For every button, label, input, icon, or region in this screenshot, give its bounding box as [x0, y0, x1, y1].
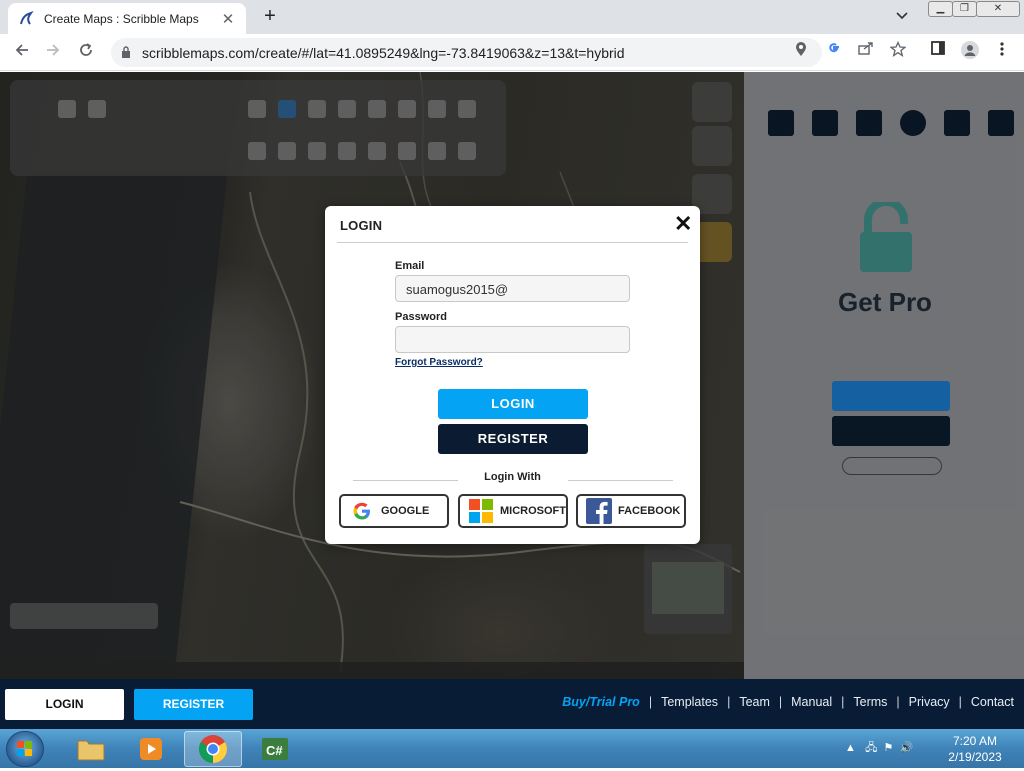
- footer-links: Buy/Trial Pro | Templates | Team | Manual | Term…: [562, 695, 1014, 709]
- microsoft-login-label: MICROSOFT: [500, 505, 566, 517]
- action-center-flag-icon[interactable]: ⚑: [883, 742, 893, 754]
- browser-toolbar: scribblemaps.com/create/#/lat=41.0895249…: [0, 34, 1024, 71]
- footer-register-button[interactable]: REGISTER: [134, 689, 253, 720]
- clock-time: 7:20 AM: [952, 734, 998, 748]
- footer-login-button[interactable]: LOGIN: [5, 689, 124, 720]
- google-icon[interactable]: [826, 41, 842, 57]
- profile-icon[interactable]: [961, 41, 979, 59]
- scribblemaps-favicon-icon: [20, 10, 34, 25]
- footer-separator: |: [778, 695, 783, 709]
- register-button[interactable]: REGISTER: [438, 424, 588, 454]
- clock-date: 2/19/2023: [948, 750, 1002, 764]
- site-footer-bar: LOGIN REGISTER Buy/Trial Pro | Templates | T…: [0, 679, 1024, 729]
- footer-link-manual[interactable]: Manual: [791, 695, 832, 709]
- kebab-menu-icon[interactable]: [994, 41, 1010, 57]
- email-field[interactable]: suamogus2015@: [395, 275, 630, 302]
- lock-icon[interactable]: [121, 46, 131, 58]
- minimize-window-icon[interactable]: ▁: [928, 1, 953, 17]
- close-window-icon[interactable]: ✕: [976, 1, 1020, 17]
- star-icon[interactable]: [889, 40, 907, 57]
- password-field[interactable]: [395, 326, 630, 353]
- windows-taskbar: C# ▲ 🖧 ⚑ 🔊 7:20 AM 2/19/2023: [0, 729, 1024, 768]
- media-player-icon[interactable]: [122, 731, 180, 767]
- reload-icon[interactable]: [74, 41, 98, 65]
- svg-text:C#: C#: [266, 743, 283, 758]
- location-pin-icon[interactable]: [793, 41, 809, 57]
- url-text[interactable]: scribblemaps.com/create/#/lat=41.0895249…: [142, 45, 625, 61]
- microsoft-icon: [468, 498, 494, 524]
- footer-separator: |: [648, 695, 653, 709]
- share-icon[interactable]: [858, 41, 874, 57]
- browser-tab[interactable]: Create Maps : Scribble Maps ✕: [8, 3, 246, 34]
- login-dialog: LOGIN ✕ Email suamogus2015@ Password For…: [325, 206, 700, 544]
- footer-link-buy-trial-pro[interactable]: Buy/Trial Pro: [562, 695, 640, 709]
- tab-title: Create Maps : Scribble Maps: [44, 11, 199, 26]
- google-login-button[interactable]: GOOGLE: [339, 494, 449, 528]
- chrome-icon[interactable]: [184, 731, 242, 767]
- show-hidden-icons-icon[interactable]: ▲: [845, 742, 856, 754]
- footer-link-contact[interactable]: Contact: [971, 695, 1014, 709]
- restore-window-icon[interactable]: ❐: [952, 1, 977, 17]
- footer-separator: |: [841, 695, 845, 709]
- forward-arrow-icon[interactable]: [41, 41, 65, 65]
- facebook-login-label: FACEBOOK: [618, 505, 681, 517]
- facebook-icon: [586, 498, 612, 524]
- login-with-label: Login With: [484, 471, 541, 483]
- footer-separator: |: [896, 695, 900, 709]
- facebook-login-button[interactable]: FACEBOOK: [576, 494, 686, 528]
- email-label: Email: [395, 260, 425, 272]
- file-explorer-icon[interactable]: [62, 731, 120, 767]
- back-arrow-icon[interactable]: [10, 41, 34, 65]
- google-icon: [349, 498, 375, 524]
- microsoft-login-button[interactable]: MICROSOFT: [458, 494, 568, 528]
- network-icon[interactable]: 🖧: [865, 742, 877, 754]
- footer-separator: |: [727, 695, 731, 709]
- divider: [337, 242, 688, 243]
- footer-separator: |: [958, 695, 962, 709]
- volume-icon[interactable]: 🔊: [899, 742, 913, 754]
- dialog-title: LOGIN: [340, 218, 383, 233]
- footer-link-privacy[interactable]: Privacy: [909, 695, 950, 709]
- new-tab-button[interactable]: +: [260, 6, 280, 26]
- close-icon[interactable]: ✕: [674, 212, 692, 236]
- csharp-icon[interactable]: C#: [246, 731, 304, 767]
- footer-link-templates[interactable]: Templates: [661, 695, 718, 709]
- start-button-windows-icon[interactable]: [6, 731, 44, 767]
- login-button[interactable]: LOGIN: [438, 389, 588, 419]
- taskbar-clock[interactable]: 7:20 AM 2/19/2023: [940, 733, 1010, 765]
- address-bar[interactable]: scribblemaps.com/create/#/lat=41.0895249…: [111, 38, 822, 67]
- tab-close-icon[interactable]: ✕: [220, 10, 236, 28]
- system-tray: ▲ 🖧 ⚑ 🔊: [845, 739, 913, 758]
- sidebar-icon[interactable]: [930, 41, 946, 57]
- google-login-label: GOOGLE: [381, 505, 430, 517]
- browser-tab-strip: Create Maps : Scribble Maps ✕ + ▁ ❐ ✕: [0, 0, 1024, 34]
- forgot-password-link[interactable]: Forgot Password?: [395, 357, 483, 368]
- footer-link-team[interactable]: Team: [739, 695, 770, 709]
- tab-search-chevron-icon[interactable]: [896, 8, 908, 23]
- divider: [568, 480, 673, 481]
- footer-link-terms[interactable]: Terms: [853, 695, 887, 709]
- password-label: Password: [395, 311, 447, 323]
